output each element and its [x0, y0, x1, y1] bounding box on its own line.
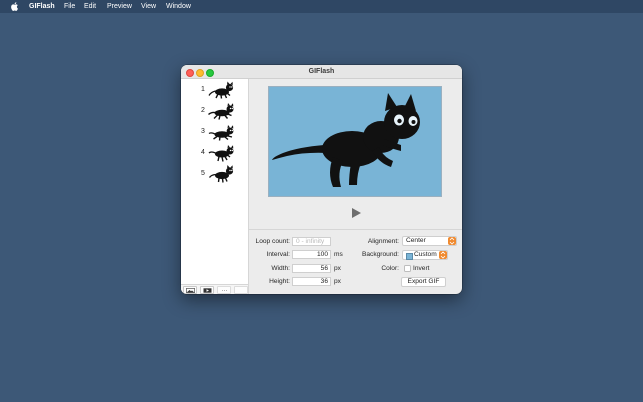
play-icon[interactable] [350, 207, 362, 219]
cat-preview-image [272, 93, 420, 187]
width-label: Width: [271, 265, 290, 272]
width-input[interactable]: 56 [292, 264, 331, 273]
chevron-updown-icon [448, 237, 456, 245]
loop-count-label: Loop count: [255, 238, 290, 245]
height-label: Height: [269, 278, 290, 285]
height-unit: px [334, 278, 341, 285]
frame-item-1[interactable]: 1 [181, 81, 248, 101]
cat-frame-thumbnail [208, 103, 234, 120]
title-bar[interactable]: GIFlash [181, 65, 462, 79]
frame-item-5[interactable]: 5 [181, 165, 248, 185]
preview-area [249, 79, 462, 229]
sidebar-empty-slot [234, 286, 248, 294]
minimize-window-button[interactable] [196, 69, 204, 77]
gif-preview [268, 86, 442, 197]
menu-bar: GIFlash File Edit Preview View Window [0, 0, 643, 13]
frame-list: 1 2 3 4 5 [181, 79, 249, 294]
interval-label: Interval: [266, 251, 290, 258]
more-button[interactable] [217, 286, 231, 294]
cat-frame-thumbnail [208, 145, 234, 162]
menu-file[interactable]: File [64, 2, 75, 11]
frame-number: 5 [201, 170, 205, 177]
window-title: GIFlash [308, 68, 335, 75]
frame-item-3[interactable]: 3 [181, 123, 248, 143]
width-unit: px [334, 265, 341, 272]
app-window: GIFlash 1 2 3 4 5 Loop count: 0 - infini… [181, 65, 462, 294]
frame-item-2[interactable]: 2 [181, 102, 248, 122]
background-label: Background: [361, 251, 399, 258]
alignment-select[interactable]: Center [402, 236, 457, 246]
menu-window[interactable]: Window [166, 2, 191, 11]
menu-view[interactable]: View [141, 2, 156, 11]
frame-item-4[interactable]: 4 [181, 144, 248, 164]
more-icon [222, 290, 227, 291]
add-image-icon [186, 288, 195, 293]
apple-logo-icon[interactable] [10, 2, 19, 11]
add-video-icon [203, 288, 212, 293]
add-image-button[interactable] [183, 286, 197, 294]
color-label: Color: [381, 265, 399, 272]
alignment-label: Alignment: [367, 238, 399, 245]
frame-number: 1 [201, 86, 205, 93]
export-gif-button[interactable]: Export GIF [401, 277, 446, 287]
cat-frame-thumbnail [208, 81, 234, 99]
alignment-value: Center [406, 237, 426, 244]
height-input[interactable]: 36 [292, 277, 331, 286]
background-value: Custom [414, 251, 437, 258]
settings-panel: Loop count: 0 - infinity Interval: 100 m… [249, 230, 462, 294]
close-window-button[interactable] [186, 69, 194, 77]
interval-input[interactable]: 100 [292, 250, 331, 259]
chevron-updown-icon [439, 251, 447, 259]
cat-frame-thumbnail [208, 165, 234, 183]
menu-preview[interactable]: Preview [107, 2, 132, 11]
frame-number: 4 [201, 149, 205, 156]
interval-unit: ms [334, 251, 343, 258]
menu-app-name[interactable]: GIFlash [29, 2, 55, 11]
frame-number: 3 [201, 128, 205, 135]
zoom-window-button[interactable] [206, 69, 214, 77]
sidebar-toolbar [181, 284, 248, 294]
loop-count-input[interactable]: 0 - infinity [292, 237, 331, 246]
invert-label[interactable]: Invert [413, 264, 430, 273]
add-video-button[interactable] [200, 286, 214, 294]
cat-frame-thumbnail [208, 125, 234, 141]
invert-checkbox[interactable] [404, 265, 411, 272]
frame-number: 2 [201, 107, 205, 114]
menu-edit[interactable]: Edit [84, 2, 96, 11]
background-color-swatch [406, 252, 413, 260]
background-select[interactable]: Custom [402, 250, 448, 260]
